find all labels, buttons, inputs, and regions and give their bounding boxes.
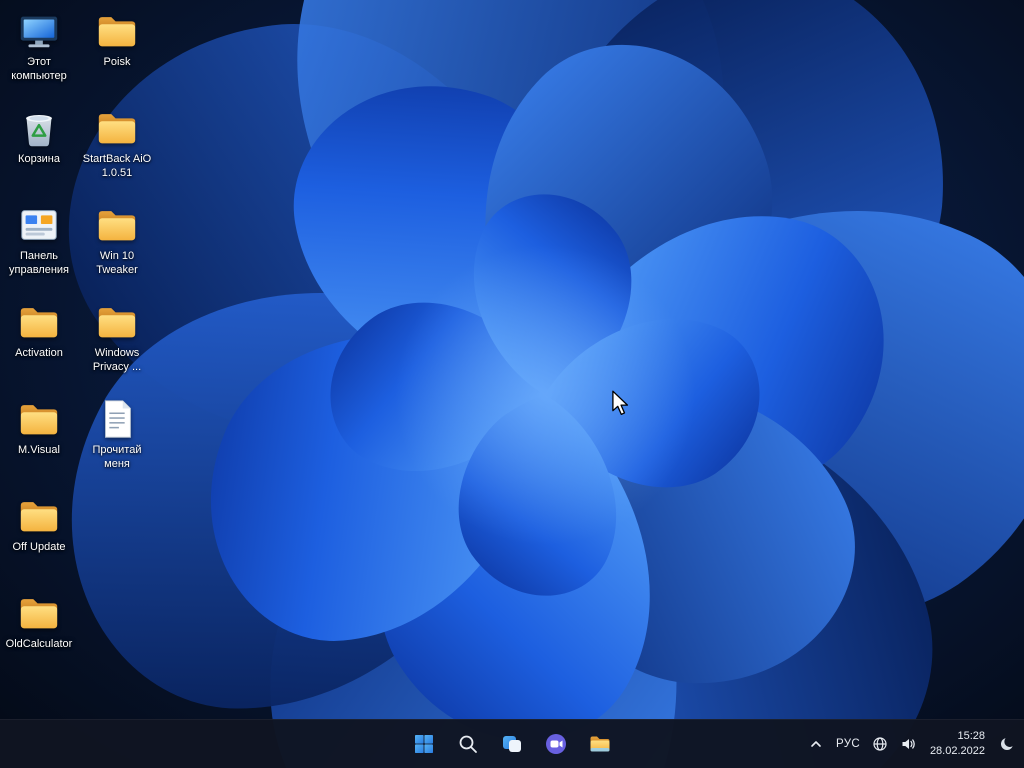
recycle-bin-icon (26, 114, 52, 147)
moon-icon (1001, 738, 1013, 750)
desktop-icon-poisk[interactable]: Poisk (78, 6, 156, 103)
desktop-icon-label: Прочитай меня (92, 444, 142, 470)
file-explorer-icon (590, 736, 610, 752)
taskbar-center-group (404, 720, 620, 768)
chat-icon (546, 734, 566, 754)
chat-button[interactable] (536, 724, 576, 764)
folder-icon (98, 211, 136, 241)
desktop-icon-win10-tweaker[interactable]: Win 10 Tweaker (78, 200, 156, 297)
computer-icon (20, 16, 58, 48)
desktop-icon-label: Poisk (103, 56, 131, 68)
desktop-icon-label: StartBack AiO 1.0.51 (82, 153, 152, 179)
windows-start-icon (415, 735, 433, 753)
task-view-button[interactable] (492, 724, 532, 764)
desktop-icon-oldcalculator[interactable]: OldCalculator (0, 588, 78, 685)
search-button[interactable] (448, 724, 488, 764)
desktop-icon-label: M.Visual (18, 444, 60, 456)
language-indicator[interactable]: РУС (831, 724, 865, 764)
desktop-icon-label: OldCalculator (5, 638, 73, 650)
tray-date: 28.02.2022 (929, 745, 985, 757)
desktop-icon-grid: Этот компьютер Корзина Панель управления… (0, 6, 156, 685)
folder-icon (98, 17, 136, 47)
desktop-icon-control-panel[interactable]: Панель управления (0, 200, 78, 297)
desktop-icon-activation[interactable]: Activation (0, 297, 78, 394)
folder-icon (20, 308, 58, 338)
volume-button[interactable] (895, 724, 921, 764)
desktop-icon-startback-aio[interactable]: StartBack AiO 1.0.51 (78, 103, 156, 200)
task-view-icon (503, 736, 521, 752)
desktop-icon-label: Корзина (18, 153, 60, 165)
desktop-icon-label: Off Update (12, 541, 66, 553)
start-button[interactable] (404, 724, 444, 764)
desktop-icon-recycle-bin[interactable]: Корзина (0, 103, 78, 200)
network-globe-icon (873, 737, 887, 751)
folder-icon (20, 502, 58, 532)
folder-icon (98, 308, 136, 338)
taskbar: РУС 15:28 28.02.2022 (0, 719, 1024, 768)
volume-icon (902, 739, 915, 749)
file-explorer-button[interactable] (580, 724, 620, 764)
search-icon (459, 735, 477, 753)
desktop-icon-windows-privacy[interactable]: Windows Privacy ... (78, 297, 156, 394)
folder-icon (20, 405, 58, 435)
tray-time: 15:28 (957, 729, 985, 742)
folder-icon (20, 599, 58, 629)
desktop-icon-label: Windows Privacy ... (92, 347, 142, 373)
desktop-icon-label: Win 10 Tweaker (96, 250, 138, 276)
desktop-icon-m-visual[interactable]: M.Visual (0, 394, 78, 491)
chevron-up-icon (811, 741, 821, 747)
network-button[interactable] (867, 724, 893, 764)
text-file-icon (105, 400, 131, 438)
desktop-icon-off-update[interactable]: Off Update (0, 491, 78, 588)
taskbar-tray: РУС 15:28 28.02.2022 (803, 720, 1020, 768)
desktop-icon-label: Activation (15, 347, 63, 359)
desktop-icon-this-pc[interactable]: Этот компьютер (0, 6, 78, 103)
folder-icon (98, 114, 136, 144)
tray-chevron-button[interactable] (803, 724, 829, 764)
desktop-icon-label: Панель управления (9, 250, 69, 276)
tray-clock[interactable]: 15:28 28.02.2022 (923, 724, 992, 764)
control-panel-icon (21, 210, 57, 240)
night-mode-button[interactable] (994, 724, 1020, 764)
desktop-icon-label: Этот компьютер (11, 56, 67, 82)
desktop-icon-readme[interactable]: Прочитай меня (78, 394, 156, 491)
